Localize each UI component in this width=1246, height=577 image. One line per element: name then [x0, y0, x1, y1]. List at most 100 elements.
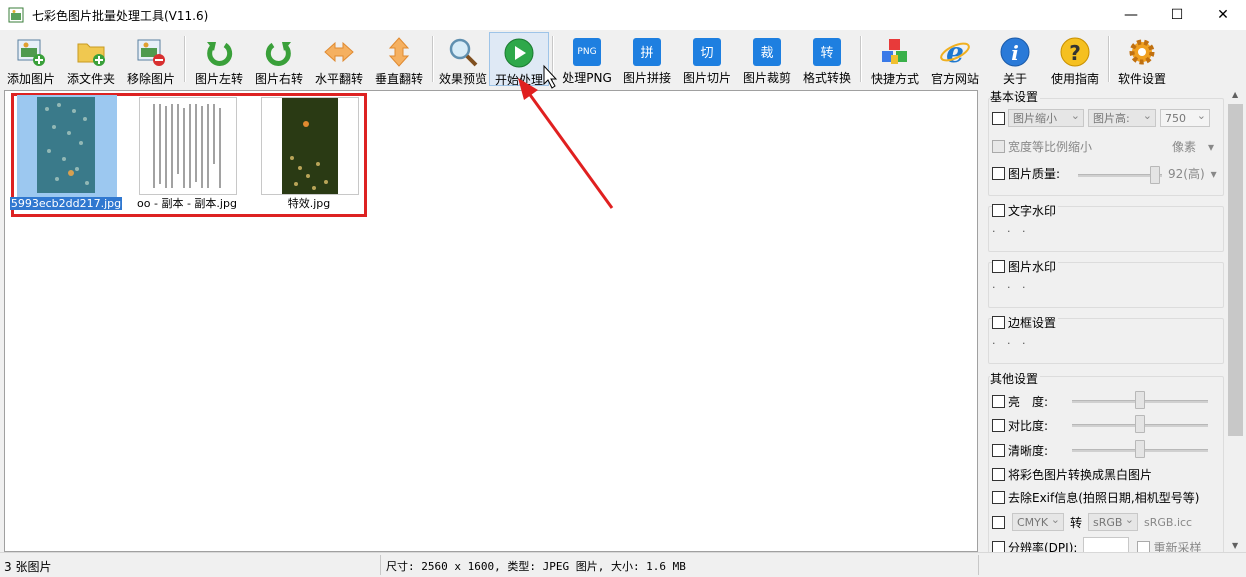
- stitch-icon: 拼: [633, 37, 661, 66]
- rotate-left-icon: [203, 36, 235, 68]
- about-label: 关于: [1002, 72, 1027, 86]
- image-watermark-label: 图片水印: [1008, 260, 1057, 274]
- text-watermark-checkbox[interactable]: [992, 204, 1005, 217]
- remove-exif-label: 去除Exif信息(拍照日期,相机型号等): [1008, 491, 1200, 505]
- settings-button[interactable]: 软件设置: [1112, 32, 1172, 86]
- rotate-right-icon: [263, 36, 295, 68]
- minimize-button[interactable]: —: [1108, 0, 1154, 30]
- stitch-label: 图片拼接: [622, 71, 671, 85]
- flip-horizontal-icon: [323, 36, 355, 68]
- convert-icon: 转: [813, 37, 841, 66]
- add-folder-button[interactable]: 添文件夹: [62, 32, 120, 86]
- slice-label: 图片切片: [682, 71, 731, 85]
- ie-icon: e: [939, 36, 971, 68]
- website-label: 官方网站: [930, 72, 979, 86]
- remove-exif-checkbox[interactable]: [992, 491, 1005, 504]
- title-bar: 七彩色图片批量处理工具(V11.6) — ☐ ✕: [0, 0, 1246, 30]
- scroll-down-icon[interactable]: ▼: [1232, 541, 1238, 550]
- rotate-left-label: 图片左转: [194, 72, 243, 86]
- convert-to-label: 转: [1070, 515, 1083, 530]
- quality-checkbox[interactable]: [992, 167, 1005, 180]
- keep-ratio-checkbox[interactable]: [992, 140, 1005, 153]
- add-image-button[interactable]: 添加图片: [2, 32, 60, 86]
- flip-vertical-icon: [383, 36, 415, 68]
- flip-vertical-button[interactable]: 垂直翻转: [370, 32, 428, 86]
- gear-icon: [1126, 36, 1158, 68]
- thumbnail: [19, 97, 115, 193]
- slice-button[interactable]: 切 图片切片: [678, 32, 736, 86]
- resize-checkbox[interactable]: [992, 111, 1005, 125]
- magnifier-icon: [447, 36, 479, 68]
- info-icon: i: [999, 36, 1031, 68]
- toolbar-separator: [1108, 36, 1110, 82]
- close-button[interactable]: ✕: [1200, 0, 1246, 30]
- help-icon: ?: [1059, 36, 1091, 68]
- rotate-right-button[interactable]: 图片右转: [250, 32, 308, 86]
- unit-select[interactable]: 像素 ▾: [1172, 138, 1214, 155]
- brightness-slider-handle[interactable]: [1135, 391, 1145, 409]
- file-name[interactable]: oo - 副本 - 副本.jpg: [127, 197, 247, 210]
- brightness-checkbox[interactable]: [992, 395, 1005, 408]
- contrast-checkbox[interactable]: [992, 419, 1005, 432]
- color-to-select[interactable]: sRGB: [1088, 511, 1139, 531]
- slice-icon: 切: [693, 37, 721, 66]
- guide-button[interactable]: ? 使用指南: [1046, 32, 1104, 86]
- list-item[interactable]: [17, 95, 117, 199]
- sharpness-slider-handle[interactable]: [1135, 440, 1145, 458]
- remove-image-label: 移除图片: [126, 72, 175, 86]
- keep-ratio-label: 宽度等比例缩小: [1008, 140, 1093, 154]
- file-name[interactable]: 特效.jpg: [249, 197, 369, 210]
- grayscale-label: 将彩色图片转换成黑白图片: [1008, 468, 1153, 482]
- contrast-slider-handle[interactable]: [1135, 415, 1145, 433]
- image-list[interactable]: 5993ecb2dd217.jpg oo - 副本 - 副本.jpg 特效.jp…: [4, 90, 978, 552]
- add-image-icon: [15, 36, 47, 68]
- image-watermark-more[interactable]: . . .: [992, 278, 1029, 291]
- crop-icon: 裁: [753, 37, 781, 66]
- text-watermark-label: 文字水印: [1008, 204, 1057, 218]
- settings-label: 软件设置: [1117, 72, 1166, 86]
- toolbar-separator: [860, 36, 862, 82]
- crop-button[interactable]: 裁 图片裁剪: [738, 32, 796, 86]
- quality-label: 图片质量:: [1008, 167, 1061, 181]
- brightness-label: 亮 度:: [1008, 395, 1049, 409]
- shortcut-button[interactable]: 快捷方式: [866, 32, 924, 86]
- thumbnail[interactable]: [261, 97, 359, 195]
- other-settings-title: 其他设置: [990, 370, 1041, 387]
- border-checkbox[interactable]: [992, 316, 1005, 329]
- height-input[interactable]: 750: [1160, 107, 1210, 127]
- flip-vertical-label: 垂直翻转: [374, 72, 423, 86]
- file-name[interactable]: 5993ecb2dd217.jpg: [7, 197, 125, 210]
- add-folder-icon: [75, 36, 107, 68]
- text-watermark-more[interactable]: . . .: [992, 222, 1029, 235]
- flip-horizontal-label: 水平翻转: [314, 72, 363, 86]
- thumbnail[interactable]: [139, 97, 237, 195]
- resize-select[interactable]: 图片缩小: [1008, 107, 1084, 127]
- about-button[interactable]: i 关于: [986, 32, 1044, 86]
- svg-text:i: i: [1011, 41, 1019, 65]
- image-count: 3 张图片: [4, 560, 52, 574]
- border-more[interactable]: . . .: [992, 334, 1029, 347]
- maximize-button[interactable]: ☐: [1154, 0, 1200, 30]
- website-button[interactable]: e 官方网站: [926, 32, 984, 86]
- window-title: 七彩色图片批量处理工具(V11.6): [32, 9, 209, 23]
- scrollbar-thumb[interactable]: [1228, 104, 1243, 436]
- rotate-left-button[interactable]: 图片左转: [190, 32, 248, 86]
- color-convert-checkbox[interactable]: [992, 515, 1005, 529]
- cubes-icon: [879, 36, 911, 68]
- remove-image-button[interactable]: 移除图片: [122, 32, 180, 86]
- image-watermark-checkbox[interactable]: [992, 260, 1005, 273]
- convert-button[interactable]: 转 格式转换: [798, 32, 856, 86]
- shortcut-label: 快捷方式: [870, 72, 919, 86]
- flip-horizontal-button[interactable]: 水平翻转: [310, 32, 368, 86]
- app-icon: [8, 7, 24, 23]
- color-from-select[interactable]: CMYK: [1012, 511, 1064, 531]
- settings-panel: 基本设置 图片缩小 图片高: 750 宽度等比例缩小 像素▾ 图片质量: 92(…: [984, 88, 1246, 558]
- height-select[interactable]: 图片高:: [1088, 107, 1156, 127]
- grayscale-checkbox[interactable]: [992, 468, 1005, 481]
- preview-button[interactable]: 效果预览: [434, 32, 492, 86]
- sharpness-checkbox[interactable]: [992, 444, 1005, 457]
- icc-file[interactable]: sRGB.icc: [1144, 516, 1192, 529]
- scroll-up-icon[interactable]: ▲: [1232, 90, 1238, 99]
- remove-image-icon: [135, 36, 167, 68]
- quality-slider-handle[interactable]: [1150, 166, 1161, 184]
